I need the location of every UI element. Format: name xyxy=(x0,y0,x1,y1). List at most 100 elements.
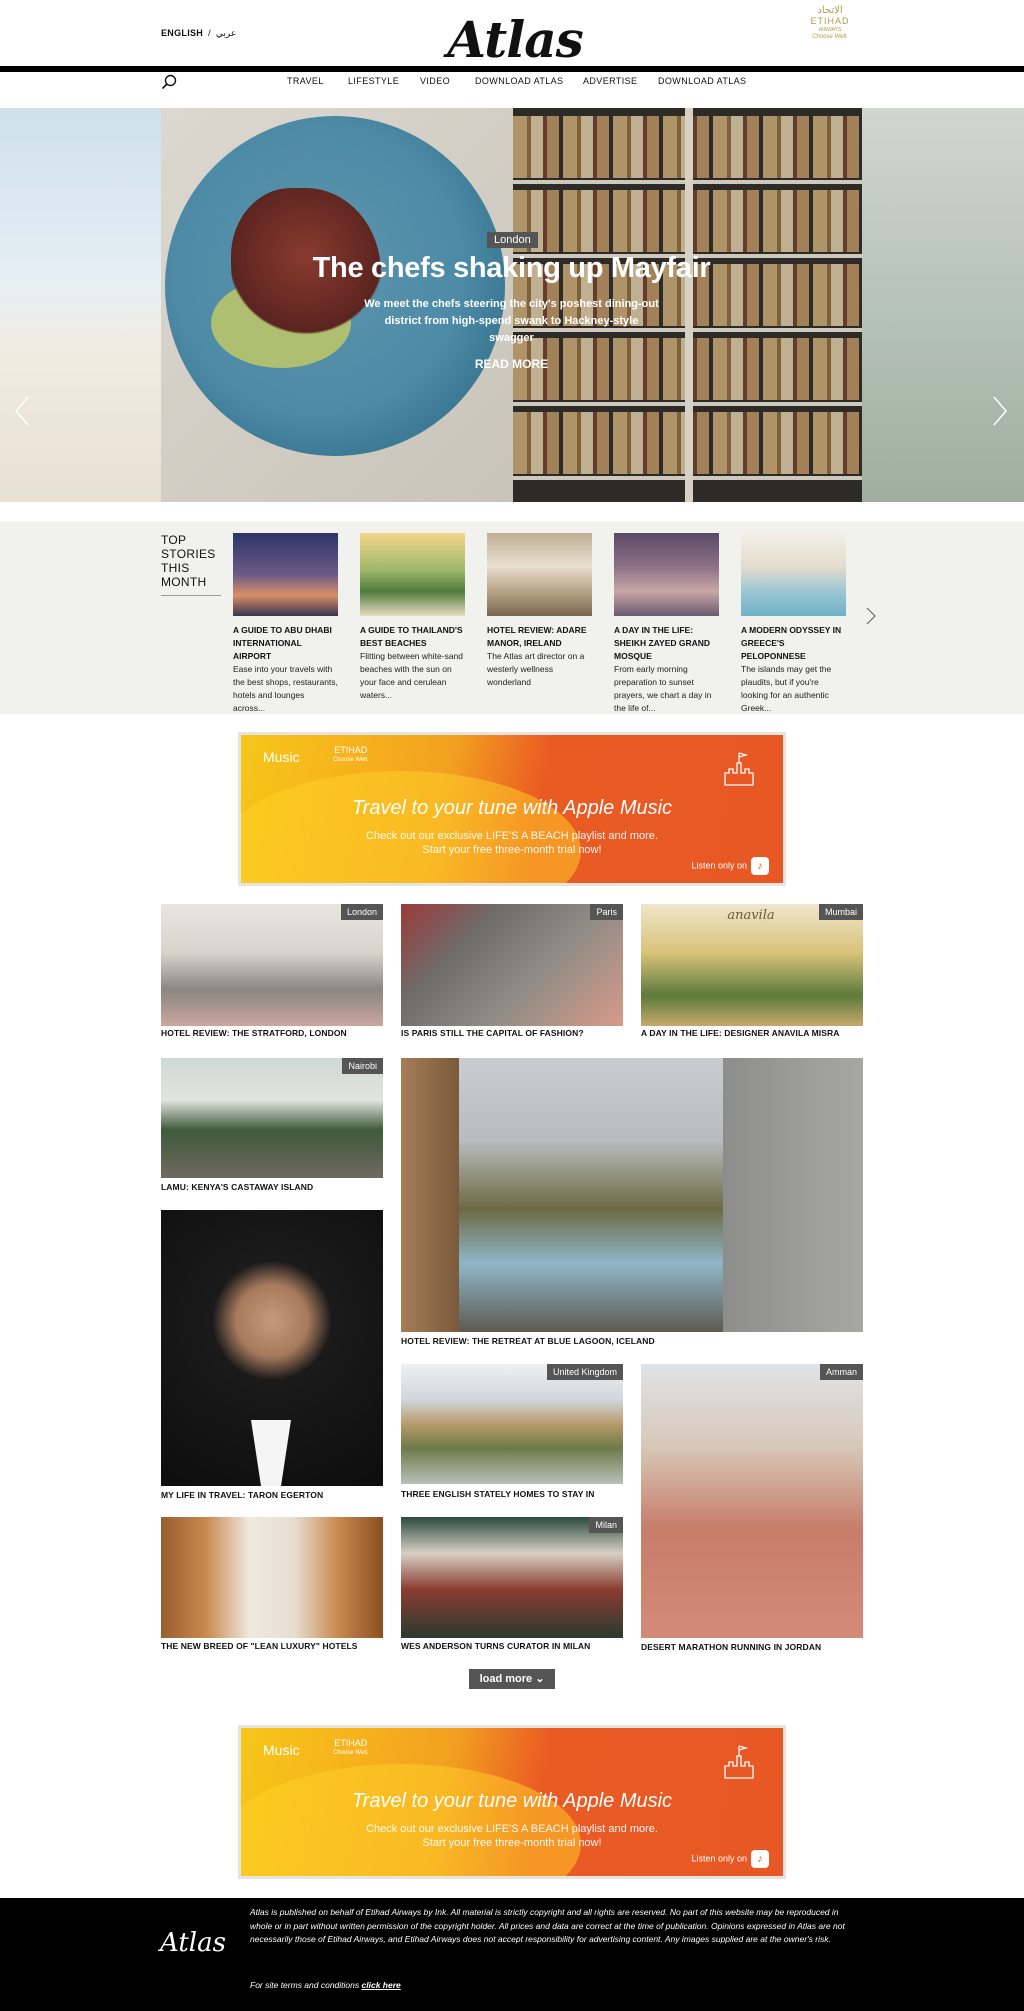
story-description: The Atlas art director on a westerly wel… xyxy=(487,651,585,687)
article-caption[interactable]: THREE ENGLISH STATELY HOMES TO STAY IN xyxy=(401,1489,595,1499)
footer-terms-link[interactable]: click here xyxy=(362,1980,401,1990)
language-switcher: ENGLISH / عربي xyxy=(161,28,236,39)
ad-body-line-1: Check out our exclusive LIFE'S A BEACH p… xyxy=(366,830,658,842)
article-caption[interactable]: THE NEW BREED OF "LEAN LUXURY" HOTELS xyxy=(161,1641,358,1651)
article-card[interactable]: anavila Mumbai A DAY IN THE LIFE: DESIGN… xyxy=(641,904,863,1038)
chevron-right-icon[interactable] xyxy=(992,396,1008,426)
sandcastle-icon xyxy=(724,1745,754,1779)
city-tag[interactable]: United Kingdom xyxy=(546,1364,623,1380)
top-story-card[interactable]: A MODERN ODYSSEY IN GREECE'S PELOPONNESE… xyxy=(741,533,846,715)
story-image xyxy=(487,533,592,616)
load-more-button[interactable]: load more ⌄ xyxy=(469,1669,555,1689)
article-caption[interactable]: HOTEL REVIEW: THE STRATFORD, LONDON xyxy=(161,1028,347,1038)
apple-music-ad-banner[interactable]: Music ETIHAD Choose Well. Travel to your … xyxy=(238,1725,786,1879)
article-image xyxy=(641,1364,863,1638)
sandcastle-icon xyxy=(724,752,754,786)
article-image xyxy=(161,904,383,1026)
ad-body-line-1: Check out our exclusive LIFE'S A BEACH p… xyxy=(366,1823,658,1835)
concrete-wall xyxy=(723,1058,863,1332)
top-story-card[interactable]: HOTEL REVIEW: ADARE MANOR, IRELAND The A… xyxy=(487,533,592,689)
ad-body-line-2: Start your free three-month trial now! xyxy=(422,844,602,856)
nav-advertise[interactable]: ADVERTISE xyxy=(583,76,637,86)
header-rule xyxy=(0,66,1024,72)
footer-terms-prefix: For site terms and conditions xyxy=(250,1980,360,1990)
story-description: From early morning preparation to sunset… xyxy=(614,664,712,713)
article-caption[interactable]: HOTEL REVIEW: THE RETREAT AT BLUE LAGOON… xyxy=(401,1336,655,1346)
hero-read-more-link[interactable]: READ MORE xyxy=(161,357,862,371)
shirt xyxy=(251,1420,291,1486)
ad-listen-text: Listen only on xyxy=(691,1853,747,1864)
ad-apple-music-text: Music xyxy=(263,749,300,765)
article-image xyxy=(161,1517,383,1638)
footer-legal-text: Atlas is published on behalf of Etihad A… xyxy=(250,1907,845,1944)
story-image xyxy=(614,533,719,616)
article-card[interactable]: HOTEL REVIEW: THE RETREAT AT BLUE LAGOON… xyxy=(401,1058,863,1348)
article-image xyxy=(161,1058,383,1178)
nav-download-atlas[interactable]: DOWNLOAD ATLAS xyxy=(475,76,563,86)
hero-prev-slide-image[interactable] xyxy=(0,108,161,502)
nav-travel[interactable]: TRAVEL xyxy=(287,76,324,86)
article-caption[interactable]: IS PARIS STILL THE CAPITAL OF FASHION? xyxy=(401,1028,584,1038)
article-card[interactable]: Nairobi LAMU: KENYA'S CASTAWAY ISLAND xyxy=(161,1058,383,1192)
top-story-card[interactable]: A GUIDE TO ABU DHABI INTERNATIONAL AIRPO… xyxy=(233,533,338,715)
lang-separator: / xyxy=(208,28,211,38)
footer-atlas-logo[interactable]: Atlas xyxy=(160,1928,226,1958)
ad-apple-music-text: Music xyxy=(263,1742,300,1758)
etihad-name: ETIHAD xyxy=(810,16,850,26)
nav-download-atlas-2[interactable]: DOWNLOAD ATLAS xyxy=(658,76,746,86)
city-tag[interactable]: Paris xyxy=(590,904,623,920)
article-caption[interactable]: DESERT MARATHON RUNNING IN JORDAN xyxy=(641,1642,821,1652)
ad-apple-music-logo: Music xyxy=(263,749,300,765)
city-tag[interactable]: London xyxy=(340,904,383,920)
article-caption[interactable]: WES ANDERSON TURNS CURATOR IN MILAN xyxy=(401,1641,590,1651)
story-image xyxy=(360,533,465,616)
ad-etihad-logo: ETIHAD Choose Well. xyxy=(333,1738,369,1758)
article-caption[interactable]: A DAY IN THE LIFE: DESIGNER ANAVILA MISR… xyxy=(641,1028,840,1038)
article-image xyxy=(401,1517,623,1638)
article-card[interactable]: United Kingdom THREE ENGLISH STATELY HOM… xyxy=(401,1364,623,1500)
article-card[interactable]: Amman DESERT MARATHON RUNNING IN JORDAN xyxy=(641,1364,863,1654)
article-caption[interactable]: MY LIFE IN TRAVEL: TARON EGERTON xyxy=(161,1490,323,1500)
lang-english-link[interactable]: ENGLISH xyxy=(161,28,203,38)
apple-music-ad-banner[interactable]: Music ETIHAD Choose Well. Travel to your … xyxy=(238,732,786,886)
story-title: A GUIDE TO THAILAND'S BEST BEACHES xyxy=(360,625,463,648)
ad-listen-label: Listen only on ♪ xyxy=(691,857,769,875)
city-tag[interactable]: Nairobi xyxy=(342,1058,383,1074)
nav-lifestyle[interactable]: LIFESTYLE xyxy=(348,76,399,86)
music-note-icon: ♪ xyxy=(751,857,769,875)
site-footer: Atlas Atlas is published on behalf of Et… xyxy=(0,1898,1024,2011)
article-card[interactable]: Milan WES ANDERSON TURNS CURATOR IN MILA… xyxy=(401,1517,623,1654)
etihad-tagline: Choose Well. xyxy=(812,34,848,40)
article-image xyxy=(401,1058,863,1332)
anavila-sign: anavila xyxy=(727,908,775,923)
top-story-card[interactable]: A GUIDE TO THAILAND'S BEST BEACHES Flitt… xyxy=(360,533,465,702)
article-image: anavila xyxy=(641,904,863,1026)
article-card[interactable]: MY LIFE IN TRAVEL: TARON EGERTON xyxy=(161,1210,383,1500)
article-card[interactable]: London HOTEL REVIEW: THE STRATFORD, LOND… xyxy=(161,904,383,1038)
story-title: A GUIDE TO ABU DHABI INTERNATIONAL AIRPO… xyxy=(233,625,332,661)
hero-title[interactable]: The chefs shaking up Mayfair xyxy=(161,252,862,285)
article-image xyxy=(401,904,623,1026)
ad-listen-label: Listen only on ♪ xyxy=(691,1850,769,1868)
lang-arabic-link[interactable]: عربي xyxy=(216,28,236,38)
article-caption[interactable]: LAMU: KENYA'S CASTAWAY ISLAND xyxy=(161,1182,313,1192)
ad-etihad-tagline: Choose Well. xyxy=(333,757,369,763)
hero-city-tag[interactable]: London xyxy=(487,232,538,248)
article-card[interactable]: Paris IS PARIS STILL THE CAPITAL OF FASH… xyxy=(401,904,623,1038)
chevron-right-icon[interactable] xyxy=(866,607,876,625)
ad-etihad-tagline: Choose Well. xyxy=(333,1750,369,1756)
article-card[interactable]: THE NEW BREED OF "LEAN LUXURY" HOTELS xyxy=(161,1517,383,1654)
etihad-logo[interactable]: الاتحاد ETIHAD AIRWAYS Choose Well. xyxy=(800,6,860,50)
hero-next-slide-image[interactable] xyxy=(862,108,1024,502)
city-tag[interactable]: Mumbai xyxy=(818,904,863,920)
top-story-card[interactable]: A DAY IN THE LIFE: SHEIKH ZAYED GRAND MO… xyxy=(614,533,719,715)
search-icon[interactable] xyxy=(161,74,177,90)
ad-etihad-name: ETIHAD xyxy=(334,1738,368,1748)
atlas-logo[interactable]: Atlas xyxy=(440,12,590,68)
city-tag[interactable]: Milan xyxy=(589,1517,623,1533)
city-tag[interactable]: Amman xyxy=(819,1364,863,1380)
nav-video[interactable]: VIDEO xyxy=(420,76,450,86)
chevron-left-icon[interactable] xyxy=(14,396,30,426)
site-header: ENGLISH / عربي Atlas الاتحاد ETIHAD AIRWAY… xyxy=(0,0,1024,108)
hero-subtitle: We meet the chefs steering the city's po… xyxy=(364,298,659,344)
